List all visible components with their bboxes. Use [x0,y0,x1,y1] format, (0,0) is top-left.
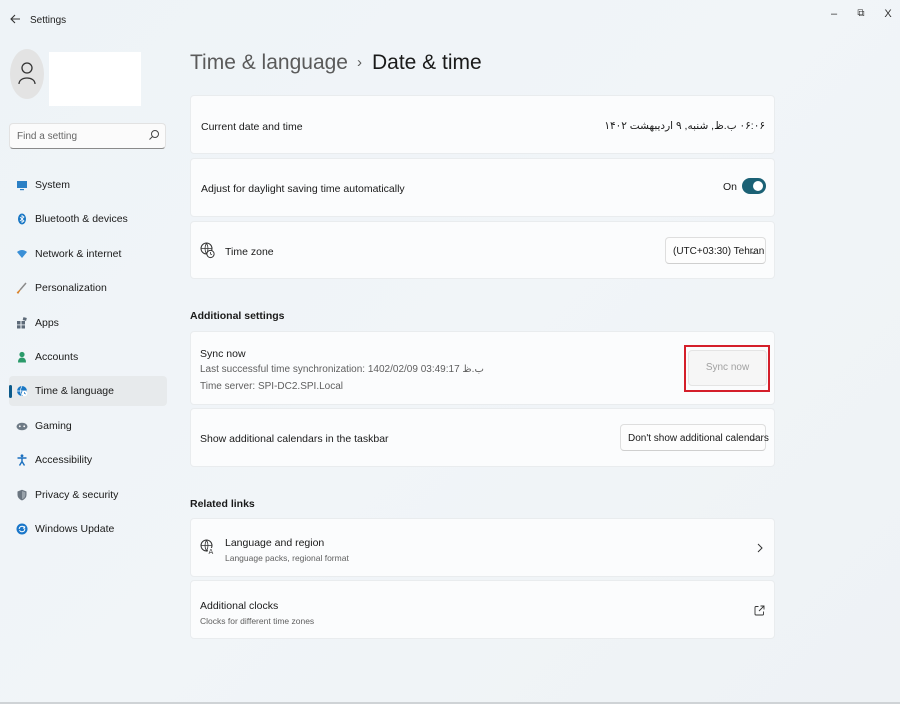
sidebar-item-label: Network & internet [35,247,122,260]
chevron-right-icon [757,543,763,553]
back-arrow-icon[interactable] [8,13,22,27]
shield-icon [17,489,27,501]
sidebar-nav: System Bluetooth & devices Network & int… [9,170,167,548]
additional-calendars-selected: Don't show additional calendars [628,433,769,444]
time-zone-label: Time zone [225,246,274,258]
breadcrumb-parent[interactable]: Time & language [190,51,348,75]
sidebar-item-label: Privacy & security [35,488,119,501]
current-datetime-value: ۰۶:۰۶ ب.ظ, شنبه, ۹ اردیبهشت ۱۴۰۲ [604,120,765,132]
wifi-icon [17,249,27,258]
page-title: Date & time [371,51,482,74]
sidebar-item-label: Apps [35,316,59,329]
update-icon [16,523,28,535]
sidebar-item-label: System [35,179,71,191]
sidebar-item-label: Accessibility [35,454,93,467]
additional-calendars-label: Show additional calendars in the taskbar [200,433,389,445]
svg-text:A: A [209,548,214,555]
sidebar-item-label: Bluetooth & devices [35,213,128,226]
daylight-saving-card: Adjust for daylight saving time automati… [190,158,775,217]
title-bar: Settings – ⧉ X [0,0,900,40]
language-region-link[interactable]: A Language and region Language packs, re… [190,518,775,577]
sidebar-item-time-language[interactable]: Time & language [9,376,167,407]
language-region-subtitle: Language packs, regional format [225,553,349,563]
sidebar-item-network[interactable]: Network & internet [9,239,167,269]
sidebar-item-label: Windows Update [35,522,115,535]
time-zone-dropdown[interactable]: (UTC+03:30) Tehran ⌄ [665,237,766,264]
brush-icon [16,282,27,295]
sidebar-item-personalization[interactable]: Personalization [9,273,167,303]
person-icon [18,351,26,363]
minimize-button[interactable]: – [824,7,844,21]
current-datetime-label: Current date and time [201,121,303,133]
apps-icon [17,316,27,329]
gamepad-icon [16,422,28,431]
sidebar-item-label: Time & language [35,385,114,398]
sidebar-item-apps[interactable]: Apps [9,308,167,338]
search-input[interactable] [10,124,140,148]
accessibility-icon [17,454,27,466]
additional-clocks-link[interactable]: Additional clocks Clocks for different t… [190,580,775,639]
current-datetime-card: Current date and time ۰۶:۰۶ ب.ظ, شنبه, ۹… [190,95,775,154]
toggle-state-label: On [723,181,738,193]
toggle-knob [753,181,763,191]
section-title-additional-settings: Additional settings [190,310,285,322]
language-icon: A [200,539,216,555]
section-title-related-links: Related links [190,498,255,510]
app-title: Settings [30,15,67,26]
person-avatar-icon [18,62,36,85]
close-button[interactable]: X [878,7,898,21]
additional-clocks-subtitle: Clocks for different time zones [200,616,315,626]
chevron-down-icon: ⌄ [749,246,757,256]
maximize-button[interactable]: ⧉ [851,7,871,21]
globe-clock-icon [200,242,215,259]
sidebar-item-label: Personalization [35,282,107,295]
sidebar-item-system[interactable]: System [9,170,167,200]
globe-clock-icon [17,386,28,397]
user-info-card[interactable] [49,52,141,106]
last-sync-text: Last successful time synchronization: ب.… [200,364,484,375]
sidebar-item-label: Gaming [35,419,72,432]
bluetooth-icon [18,213,26,225]
daylight-saving-label: Adjust for daylight saving time automati… [201,183,405,195]
search-box[interactable] [9,123,166,149]
sidebar-item-bluetooth[interactable]: Bluetooth & devices [9,204,167,234]
sidebar-item-label: Accounts [35,350,79,363]
highlight-box [684,345,770,392]
external-link-icon [754,605,765,616]
sidebar-item-gaming[interactable]: Gaming [9,411,167,441]
sidebar-item-accessibility[interactable]: Accessibility [9,445,167,475]
sync-now-title: Sync now [200,348,246,360]
sidebar-item-privacy[interactable]: Privacy & security [9,480,167,510]
sidebar-item-windows-update[interactable]: Windows Update [9,514,167,544]
breadcrumb-separator: › [356,54,362,71]
breadcrumb: Time & language › Date & time [190,51,482,79]
daylight-saving-toggle[interactable] [742,178,766,194]
additional-calendars-dropdown[interactable]: Don't show additional calendars ⌄ [620,424,769,451]
chevron-down-icon: ⌄ [749,433,757,443]
sidebar-item-accounts[interactable]: Accounts [9,342,167,372]
avatar[interactable] [10,49,44,99]
search-icon[interactable] [148,129,160,141]
time-server-text: Time server: SPI-DC2.SPI.Local [200,381,344,392]
system-icon [17,181,27,191]
additional-clocks-title: Additional clocks [200,600,279,612]
language-region-title: Language and region [225,537,325,549]
